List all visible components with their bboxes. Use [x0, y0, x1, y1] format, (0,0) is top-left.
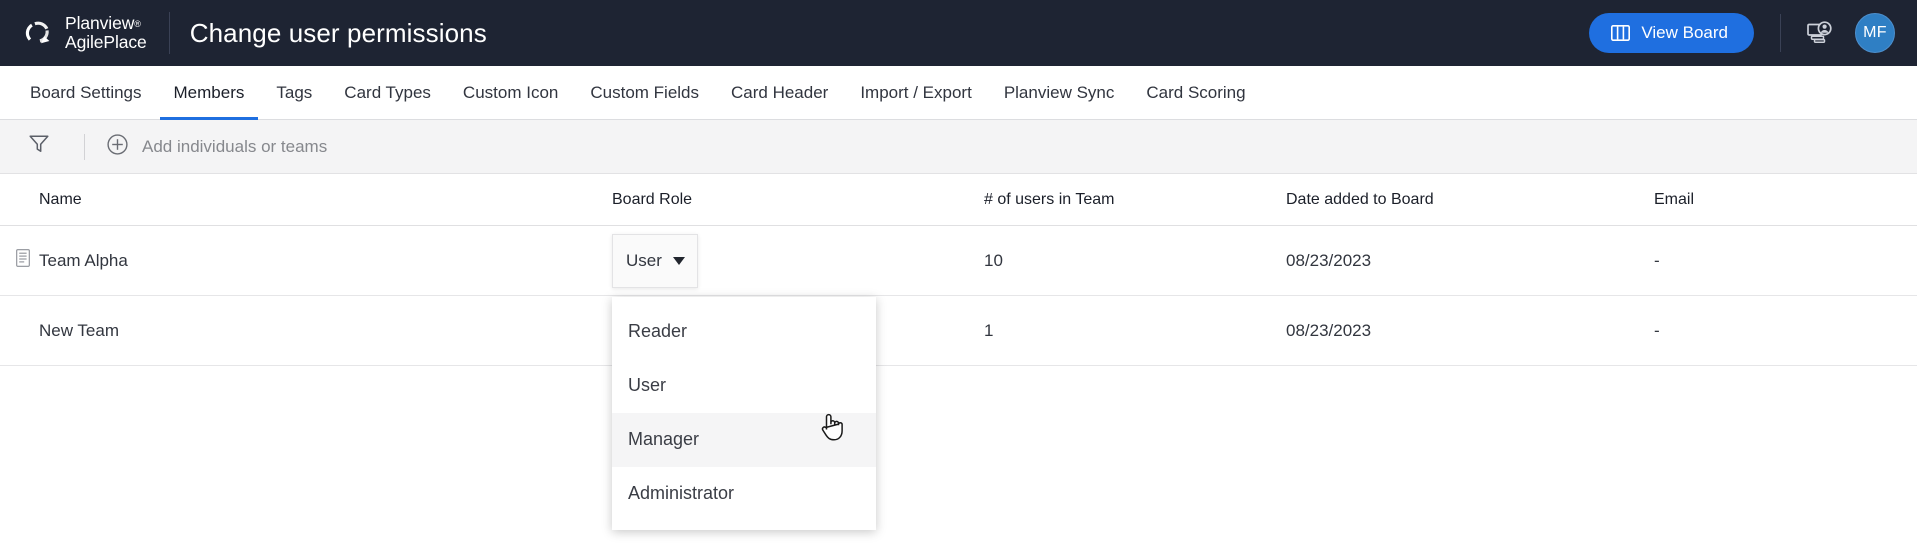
tab-label: Board Settings: [30, 82, 142, 102]
tab-tags[interactable]: Tags: [260, 66, 328, 119]
role-option-label: User: [628, 375, 667, 395]
registered-mark: ®: [134, 19, 141, 30]
cell-board-role: User Reader User Manager Administrator: [612, 233, 984, 530]
tab-import-export[interactable]: Import / Export: [844, 66, 987, 119]
board-columns-icon: [1611, 25, 1631, 41]
cell-name: New Team: [0, 321, 612, 341]
role-option-reader[interactable]: Reader: [612, 305, 876, 359]
users-count: 1: [984, 320, 994, 340]
settings-tab-bar: Board Settings Members Tags Card Types C…: [0, 66, 1917, 120]
avatar-initials: MF: [1863, 24, 1887, 41]
role-option-label: Manager: [628, 429, 700, 449]
cell-email: -: [1654, 321, 1917, 341]
filter-button[interactable]: [22, 130, 56, 164]
cell-email: -: [1654, 251, 1917, 271]
team-list-icon: [16, 249, 30, 272]
role-option-user[interactable]: User: [612, 359, 876, 413]
plus-circle-icon: [107, 133, 128, 160]
planview-logo-icon: [20, 15, 56, 51]
cell-date-added: 08/23/2023: [1286, 321, 1654, 341]
date-added: 08/23/2023: [1286, 250, 1372, 270]
header-right-divider: [1780, 14, 1781, 52]
members-toolbar: Add individuals or teams: [0, 120, 1917, 174]
members-table: Name Board Role # of users in Team Date …: [0, 174, 1917, 530]
filter-funnel-icon: [29, 135, 49, 158]
tab-label: Card Types: [344, 82, 431, 102]
date-added: 08/23/2023: [1286, 320, 1372, 340]
tab-card-header[interactable]: Card Header: [715, 66, 844, 119]
tab-label: Tags: [276, 82, 313, 102]
app-header: Planview® AgilePlace Change user permiss…: [0, 0, 1917, 66]
column-header-name: Name: [39, 190, 82, 208]
tab-planview-sync[interactable]: Planview Sync: [988, 66, 1131, 119]
board-role-selected-value: User: [626, 250, 662, 270]
page-title: Change user permissions: [189, 17, 487, 48]
email-value: -: [1654, 250, 1660, 270]
table-row[interactable]: New Team 1 08/23/2023 -: [0, 296, 1917, 366]
toolbar-divider: [84, 133, 85, 160]
tab-card-scoring[interactable]: Card Scoring: [1130, 66, 1261, 119]
tab-label: Card Header: [731, 82, 829, 102]
role-option-manager[interactable]: Manager: [612, 412, 876, 467]
tab-custom-icon[interactable]: Custom Icon: [447, 66, 574, 119]
users-count: 10: [984, 250, 1003, 270]
tab-board-settings[interactable]: Board Settings: [14, 66, 158, 119]
tab-custom-fields[interactable]: Custom Fields: [574, 66, 715, 119]
team-name-label: New Team: [39, 320, 119, 340]
cell-date-added: 08/23/2023: [1286, 251, 1654, 271]
table-header-row: Name Board Role # of users in Team Date …: [0, 174, 1917, 226]
team-name-label: Team Alpha: [39, 250, 128, 270]
user-avatar[interactable]: MF: [1855, 13, 1895, 53]
view-board-button[interactable]: View Board: [1589, 13, 1754, 53]
column-header-users-in-team: # of users in Team: [984, 190, 1115, 208]
share-board-icon: [1807, 20, 1833, 47]
tab-card-types[interactable]: Card Types: [328, 66, 447, 119]
tab-label: Planview Sync: [1003, 82, 1115, 102]
planview-agileplace-logo[interactable]: Planview® AgilePlace: [20, 14, 147, 51]
board-role-dropdown-menu: Reader User Manager Administrator: [612, 296, 876, 530]
role-option-administrator[interactable]: Administrator: [612, 467, 876, 521]
logo-wordmark: Planview® AgilePlace: [65, 14, 147, 51]
cell-users-in-team: 1: [984, 321, 1286, 341]
tab-label: Custom Fields: [590, 82, 699, 102]
tab-label: Card Scoring: [1146, 82, 1246, 102]
view-board-label: View Board: [1641, 23, 1728, 42]
column-header-email: Email: [1654, 190, 1695, 208]
tab-members[interactable]: Members: [158, 66, 261, 120]
cell-name: Team Alpha: [0, 249, 612, 272]
board-role-select[interactable]: User: [612, 233, 698, 288]
table-row[interactable]: Team Alpha User Reader User Manager Admi…: [0, 226, 1917, 530]
tab-label: Members: [173, 82, 245, 102]
tab-label: Import / Export: [860, 82, 972, 102]
role-option-label: Reader: [628, 321, 688, 341]
chevron-down-icon: [673, 256, 685, 265]
tab-label: Custom Icon: [462, 82, 559, 102]
cell-users-in-team: 10: [984, 251, 1286, 271]
add-individuals-input[interactable]: Add individuals or teams: [142, 137, 327, 157]
logo-line2: AgilePlace: [65, 32, 147, 52]
column-header-date-added: Date added to Board: [1286, 190, 1434, 208]
header-actions: View Board MF: [1589, 13, 1895, 53]
role-option-label: Administrator: [628, 483, 735, 503]
share-board-button[interactable]: [1803, 16, 1837, 50]
header-divider: [168, 12, 170, 54]
logo-line1: Planview: [65, 13, 135, 34]
column-header-board-role: Board Role: [612, 190, 693, 208]
email-value: -: [1654, 320, 1660, 340]
add-individuals-or-teams-control[interactable]: Add individuals or teams: [107, 133, 327, 160]
